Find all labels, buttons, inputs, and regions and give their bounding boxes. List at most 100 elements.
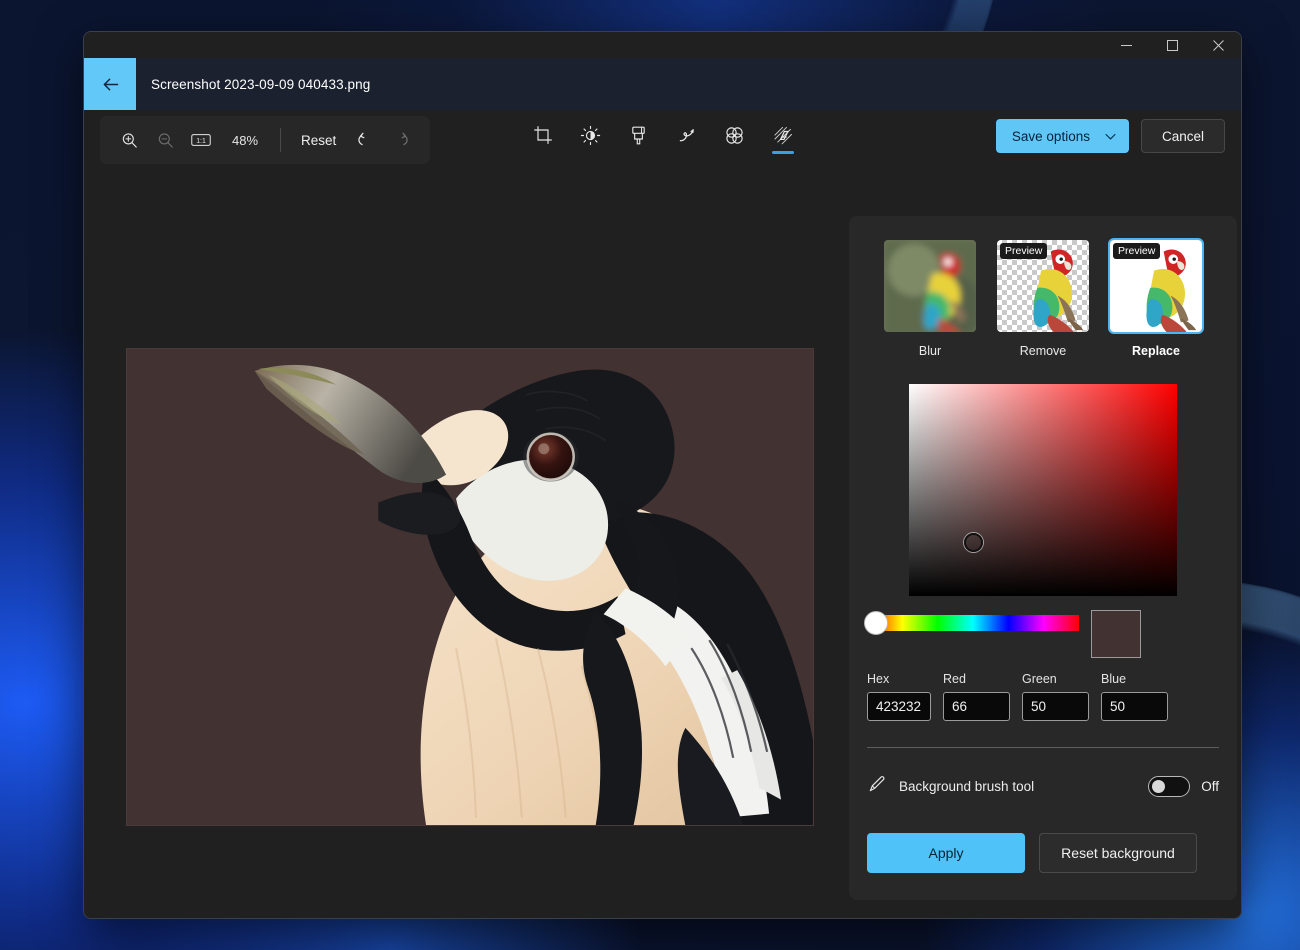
tool-underline [628, 151, 650, 154]
tool-underline [532, 151, 554, 154]
minimize-icon [1121, 40, 1132, 51]
red-label: Red [943, 672, 1010, 686]
background-mode-blur[interactable]: Blur [882, 238, 978, 358]
mode-label-replace: Replace [1108, 344, 1204, 358]
tool-underline [724, 151, 746, 154]
panel-divider [867, 747, 1219, 748]
mode-label-remove: Remove [995, 344, 1091, 358]
green-field-group: Green [1022, 672, 1089, 721]
image-canvas[interactable] [126, 348, 814, 826]
hue-slider-thumb[interactable] [864, 611, 888, 635]
close-button[interactable] [1195, 32, 1241, 58]
redo-icon [391, 130, 411, 150]
hex-field-group: Hex [867, 672, 931, 721]
zoom-in-button[interactable] [112, 123, 146, 157]
green-label: Green [1022, 672, 1089, 686]
filters-tool-button[interactable] [623, 120, 655, 160]
parrot-thumbnail-blurred [884, 240, 978, 334]
markup-tool-button[interactable] [671, 120, 703, 160]
edit-tools-group [527, 120, 799, 160]
file-name-label: Screenshot 2023-09-09 040433.png [136, 58, 370, 110]
minimize-button[interactable] [1103, 32, 1149, 58]
maximize-button[interactable] [1149, 32, 1195, 58]
editor-header: Screenshot 2023-09-09 040433.png [84, 58, 1241, 110]
maximize-icon [1167, 40, 1178, 51]
selected-color-swatch [1091, 610, 1141, 658]
background-brush-label: Background brush tool [899, 779, 1034, 794]
hex-input[interactable] [867, 692, 931, 721]
background-brush-row: Background brush tool Off [867, 774, 1219, 799]
background-tool-button[interactable] [767, 120, 799, 160]
reset-background-button[interactable]: Reset background [1039, 833, 1197, 873]
preview-badge: Preview [1113, 243, 1160, 259]
blue-field-group: Blue [1101, 672, 1168, 721]
cancel-button[interactable]: Cancel [1141, 119, 1225, 153]
background-mode-list: Blur Preview [867, 238, 1219, 358]
brightness-icon [580, 120, 601, 150]
thumbnail-blur [882, 238, 978, 334]
hex-label: Hex [867, 672, 931, 686]
hue-slider[interactable] [867, 615, 1079, 631]
undo-button[interactable] [348, 123, 382, 157]
pencil-brush-icon [867, 774, 887, 799]
window-titlebar [84, 32, 1241, 58]
bandage-icon [724, 120, 745, 150]
redo-button[interactable] [384, 123, 418, 157]
background-brush-state-label: Off [1201, 779, 1219, 794]
green-input[interactable] [1022, 692, 1089, 721]
retouch-tool-button[interactable] [719, 120, 751, 160]
thumbnail-remove: Preview [995, 238, 1091, 334]
crop-tool-button[interactable] [527, 120, 559, 160]
background-eraser-icon [772, 120, 794, 150]
hue-and-swatch-row [867, 610, 1219, 658]
back-button[interactable] [84, 58, 136, 110]
save-options-button[interactable]: Save options [996, 119, 1129, 153]
color-value-fields: Hex Red Green Blue [867, 672, 1219, 721]
primary-actions-group: Save options Cancel [996, 119, 1225, 153]
zoom-level-label: 48% [220, 133, 270, 148]
reset-zoom-button[interactable]: Reset [291, 127, 346, 154]
background-panel: Blur Preview [849, 216, 1237, 900]
editor-toolbar: 1:1 48% Reset [84, 110, 1241, 176]
zoom-out-button[interactable] [148, 123, 182, 157]
blue-input[interactable] [1101, 692, 1168, 721]
actual-size-button[interactable]: 1:1 [184, 123, 218, 157]
background-mode-remove[interactable]: Preview [995, 238, 1091, 358]
tool-underline [580, 151, 602, 154]
editor-body: Blur Preview [84, 176, 1241, 918]
actual-size-1-to-1-icon: 1:1 [191, 131, 211, 149]
blue-label: Blue [1101, 672, 1168, 686]
pen-scribble-icon [676, 120, 697, 150]
background-brush-toggle[interactable] [1148, 776, 1190, 797]
red-input[interactable] [943, 692, 1010, 721]
crop-icon [533, 120, 553, 150]
adjustments-tool-button[interactable] [575, 120, 607, 160]
photos-editor-window: Screenshot 2023-09-09 040433.png [83, 31, 1242, 919]
svg-text:1:1: 1:1 [196, 138, 206, 145]
close-icon [1213, 40, 1224, 51]
background-mode-replace[interactable]: Preview [1108, 238, 1204, 358]
mode-label-blur: Blur [882, 344, 978, 358]
thumbnail-replace: Preview [1108, 238, 1204, 334]
woodpecker-photo [127, 349, 813, 826]
color-selector-handle[interactable] [964, 533, 983, 552]
tool-underline [772, 151, 794, 154]
background-brush-toggle-group: Off [1148, 776, 1219, 797]
canvas-area [84, 176, 849, 918]
color-saturation-value-field[interactable] [909, 384, 1177, 596]
preview-badge: Preview [1000, 243, 1047, 259]
zoom-in-icon [120, 131, 139, 150]
undo-icon [355, 130, 375, 150]
chevron-down-icon [1104, 130, 1117, 143]
toolbar-divider [280, 128, 281, 152]
paintbrush-icon [629, 120, 648, 150]
save-options-label: Save options [1012, 129, 1090, 144]
zoom-out-icon [156, 131, 175, 150]
toggle-knob [1152, 780, 1165, 793]
panel-actions: Apply Reset background [867, 833, 1219, 873]
apply-button[interactable]: Apply [867, 833, 1025, 873]
tool-underline [676, 151, 698, 154]
zoom-controls-group: 1:1 48% Reset [100, 116, 430, 164]
back-arrow-icon [100, 74, 121, 95]
red-field-group: Red [943, 672, 1010, 721]
